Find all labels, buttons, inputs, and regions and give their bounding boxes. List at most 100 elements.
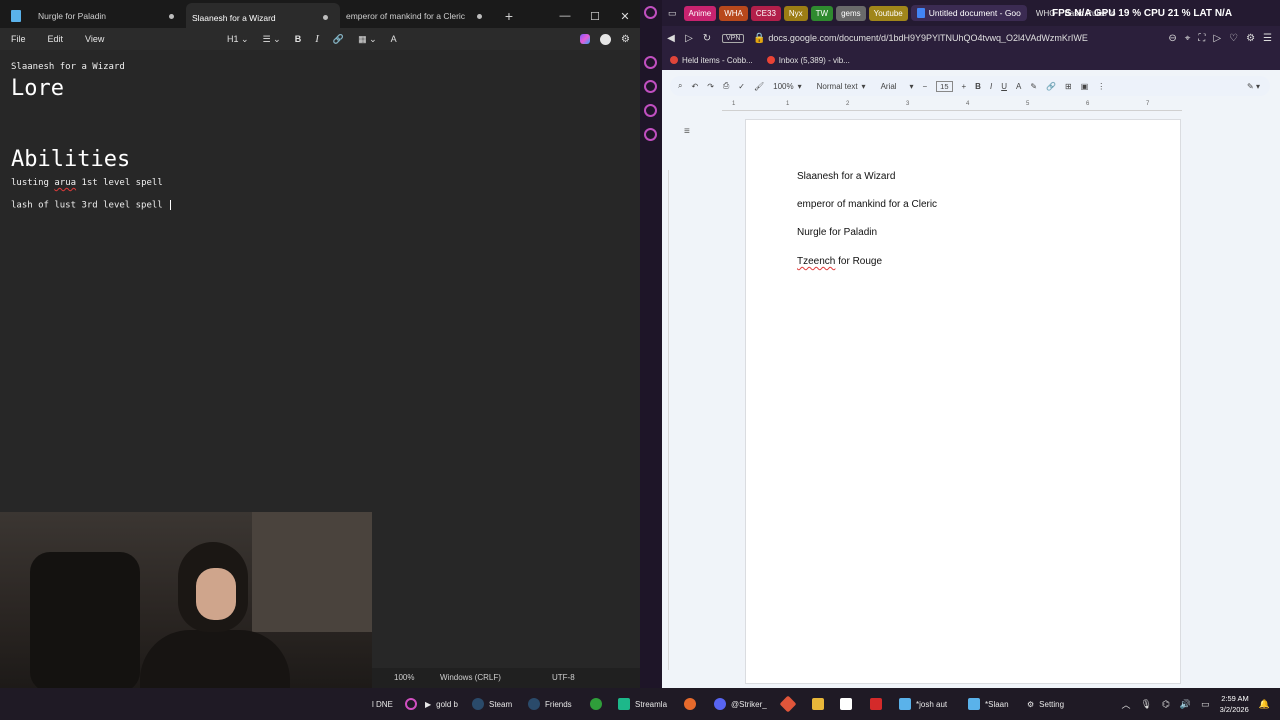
bookmark-held-items[interactable]: Held items - Cobb... [670,56,753,65]
pin-icon[interactable]: ⌖ [1185,33,1191,44]
italic-button[interactable]: I [310,33,324,45]
play-icon[interactable]: ▷ [1213,33,1221,44]
comment-icon[interactable]: ⊞ [1065,82,1072,91]
font-size-input[interactable]: 15 [936,80,953,92]
text-color-icon[interactable]: A [1016,82,1021,91]
reload-icon[interactable]: ↻ [698,33,716,44]
taskbar-item-streamlabs[interactable]: Streamla [618,688,667,720]
bookmark-chip-nyx[interactable]: Nyx [783,5,808,21]
volume-icon[interactable]: 🔊 [1180,699,1191,710]
copilot-icon[interactable] [580,34,591,44]
heading-dropdown[interactable]: H1 ⌄ [222,34,254,45]
taskbar-item-steam[interactable]: Steam [472,688,512,720]
taskbar-item-gold[interactable]: ▶ gold b [425,688,458,720]
settings-gear-icon[interactable]: ⚙ [621,34,630,45]
paint-format-icon[interactable]: 🖌 [754,82,764,91]
print-icon[interactable]: ⎙ [723,81,729,91]
extensions-icon[interactable]: ⚙ [1246,33,1255,44]
taskbar-item[interactable]: l DNE [372,688,393,720]
zoom-dropdown[interactable]: 100% ▾ [773,82,801,91]
heading-label: H1 [227,34,239,44]
bookmark-inbox[interactable]: Inbox (5,389) - vib... [766,56,850,65]
taskbar-item-notepad-slaan[interactable]: *Slaan [968,688,1009,720]
steam-icon [472,698,484,710]
spellcheck-icon[interactable]: ✓ [738,82,745,91]
vpn-badge[interactable]: VPN [722,33,745,43]
network-icon[interactable]: ⌬ [1162,699,1170,710]
spellcheck-icon[interactable]: A [386,34,402,44]
bookmark-chip-gems[interactable]: gems [836,5,866,21]
encoding[interactable]: UTF-8 [552,673,575,682]
zoom-icon[interactable]: ⊖ [1168,33,1176,44]
taskbar-item-settings[interactable]: ⚙ Setting [1027,688,1064,720]
sidebar-instagram-icon[interactable] [644,104,657,117]
style-dropdown[interactable]: Normal text ▾ [817,82,866,91]
tray-overflow-icon[interactable]: ︿ [1122,698,1131,711]
link-icon[interactable]: 🔗 [328,34,349,45]
menu-file[interactable]: File [0,34,37,44]
taskbar-item-git[interactable] [779,688,797,720]
bookmark-chip-youtube[interactable]: Youtube [868,5,908,21]
editing-mode-icon[interactable]: ✎ ▾ [1247,82,1260,91]
clock[interactable]: 2:59 AM 3/2/2026 [1220,693,1249,715]
undo-icon[interactable]: ↶ [691,82,698,91]
bookmark-chip-ce33[interactable]: CE33 [750,5,781,21]
misspelled-word[interactable]: arua [54,178,76,188]
document-page[interactable]: Slaanesh for a Wizard emperor of mankind… [745,119,1181,684]
editor-heading: Lore [11,76,64,101]
italic-icon[interactable]: I [990,82,992,91]
bookmark-chip-tw[interactable]: TW [810,5,834,21]
font-dropdown[interactable]: Arial ▾ [881,82,914,91]
tab-overview-icon[interactable]: ▭ [668,8,677,19]
zoom-level[interactable]: 100% [394,673,414,682]
taskbar-item-l-app[interactable] [870,688,882,720]
taskbar-item-friends[interactable]: Friends [528,688,572,720]
url-field[interactable]: docs.google.com/document/d/1bdH9Y9PYlTNU… [768,33,1098,43]
taskbar-item-notepad-josh[interactable]: *josh aut [899,688,947,720]
search-icon[interactable]: ⌕ [678,81,682,91]
heart-icon[interactable]: ♡ [1229,33,1238,44]
microphone-icon[interactable]: 🎙 [1141,699,1152,710]
more-icon[interactable]: ⋮ [1097,82,1105,91]
list-dropdown[interactable]: ☰ ⌄ [258,34,286,45]
taskbar-item-xbox[interactable] [590,688,602,720]
line-ending[interactable]: Windows (CRLF) [440,673,501,682]
menu-view[interactable]: View [74,34,115,44]
bookmark-chip-anime[interactable]: Anime [683,5,717,21]
sidebar-whatsapp-icon[interactable] [644,80,657,93]
image-icon[interactable]: ▣ [1081,82,1089,91]
screenshot-icon[interactable]: ⛶ [1198,33,1205,44]
redo-icon[interactable]: ↷ [707,82,714,91]
taskbar-label: l DNE [372,699,393,709]
font-size-increase[interactable]: + [962,82,967,91]
link-icon[interactable]: 🔗 [1046,82,1056,91]
account-icon[interactable] [600,33,612,45]
sidebar-messenger-icon[interactable] [644,56,657,69]
tab-google-doc[interactable]: Untitled document - Goo [910,5,1027,21]
bookmark-label: Held items - Cobb... [682,55,753,65]
misspelled-word[interactable]: Tzeench [797,256,835,267]
document-outline-icon[interactable]: ≡ [684,126,690,137]
menu-edit[interactable]: Edit [37,34,75,44]
battery-icon[interactable]: ▭ [1201,699,1210,710]
sidebar-app-icon[interactable] [644,6,657,19]
taskbar-item-explorer[interactable] [812,688,824,720]
taskbar-item-firefox[interactable] [684,688,696,720]
back-arrow-icon[interactable]: ◀ [662,33,680,44]
taskbar-item-capcut[interactable] [840,688,852,720]
table-dropdown[interactable]: ▦ ⌄ [353,34,382,45]
bold-button[interactable]: B [290,34,307,44]
highlight-icon[interactable]: ✎ [1030,82,1037,91]
taskbar-item-discord[interactable]: @Striker_ [714,688,767,720]
bold-icon[interactable]: B [975,82,981,91]
sidebar-settings-icon[interactable] [644,128,657,141]
forward-arrow-icon[interactable]: ▷ [680,33,698,44]
underline-icon[interactable]: U [1001,82,1007,91]
bookmark-chip-wha[interactable]: WHA [719,5,748,21]
taskbar-item-opera[interactable] [405,688,417,720]
notifications-icon[interactable]: 🔔 [1259,699,1270,710]
unsaved-dot-icon [477,13,482,19]
menu-icon[interactable]: ☰ [1263,33,1272,44]
font-size-decrease[interactable]: − [922,82,927,91]
